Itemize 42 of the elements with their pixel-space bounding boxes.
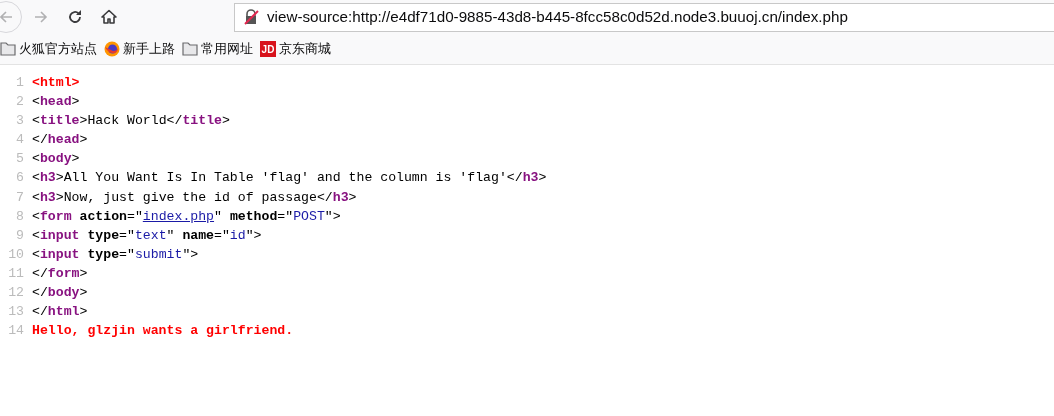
line-number: 6 (15, 169, 25, 188)
code-line: <input type="submit"> (32, 245, 199, 264)
line-number: 8 (15, 207, 25, 226)
code-line: <body> (32, 150, 80, 169)
code-line: <h3>All You Want Is In Table 'flag' and the column is 'flag'</h3> (32, 169, 547, 188)
code-line: <head> (32, 93, 80, 112)
line-number: 11 (7, 264, 25, 283)
bookmark[interactable]: 常用网址 (182, 39, 260, 59)
bookmark[interactable]: JD 京东商城 (260, 39, 338, 59)
line-number: 9 (15, 226, 25, 245)
source-link[interactable]: index.php (142, 208, 215, 224)
forward-icon (33, 9, 49, 25)
code-line: <input type="text" name="id"> (32, 226, 262, 245)
back-icon (0, 9, 14, 25)
code-line: </body> (32, 284, 88, 303)
code-line: <form action="index.php" method="POST"> (32, 207, 341, 226)
line-number: 12 (7, 284, 25, 303)
line-number: 10 (7, 245, 25, 264)
reload-icon (67, 9, 83, 25)
line-number: 2 (15, 93, 25, 112)
code-line: Hello, glzjin wants a girlfriend. (32, 322, 294, 341)
jd-logo-icon: JD (260, 41, 276, 57)
line-number: 5 (15, 150, 25, 169)
line-number: 7 (15, 188, 25, 207)
code-line: <html> (32, 74, 80, 92)
code-line: </head> (32, 131, 88, 150)
code-line: <h3>Now, just give the id of passage</h3> (32, 188, 357, 207)
line-number: 14 (7, 322, 25, 341)
code-line: <title>Hack World</title> (32, 112, 230, 131)
line-number: 3 (15, 112, 25, 131)
code-line: </form> (32, 264, 88, 283)
folder-icon (182, 42, 198, 56)
line-number: 4 (15, 131, 25, 150)
home-icon (101, 9, 117, 25)
url-text: view-source:http://e4df71d0-9885-43d8-b445-8fcc58c0d52d.node3.buuoj.cn/index.php (267, 6, 848, 27)
bookmark[interactable]: 新手上路 (104, 39, 182, 59)
line-number: 13 (7, 303, 25, 322)
globe-icon (104, 41, 120, 57)
address-bar[interactable]: view-source:http://e4df71d0-9885-43d8-b445-8fcc58c0d52d.node3.buuoj.cn/index.php (234, 2, 1054, 32)
bookmark[interactable]: 火狐官方站点 (0, 39, 104, 59)
line-number: 1 (15, 74, 25, 92)
code-line: </html> (32, 303, 88, 322)
